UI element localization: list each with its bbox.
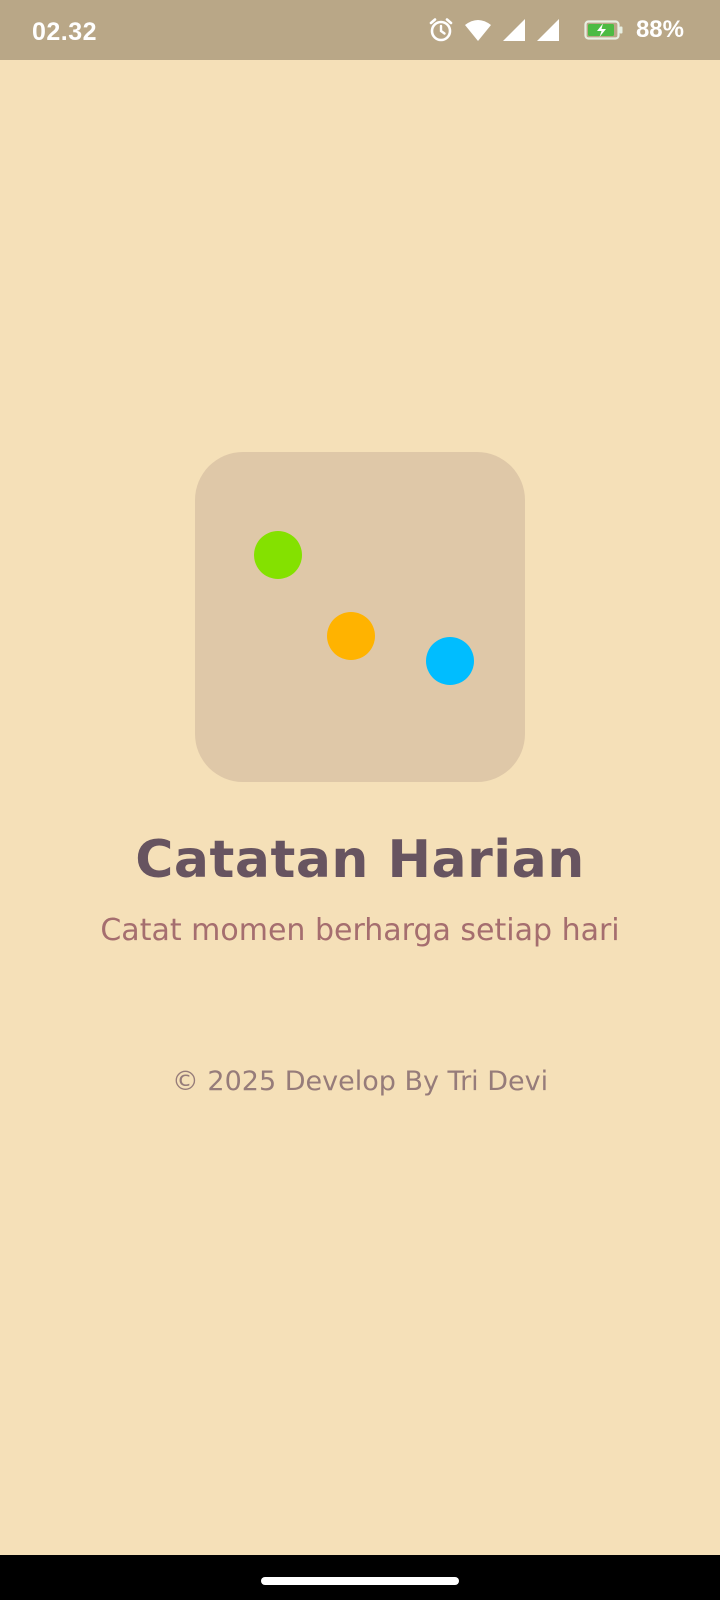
app-logo <box>195 452 525 782</box>
app-subtitle: Catat momen berharga setiap hari <box>100 913 620 948</box>
status-bar: 02.32 88% <box>0 0 720 60</box>
cell-signal-icon <box>502 18 526 42</box>
copyright-text: © 2025 Develop By Tri Devi <box>171 1066 549 1097</box>
cell-signal-icon <box>536 18 560 42</box>
status-time: 02.32 <box>32 18 98 46</box>
battery-percentage: 88% <box>635 16 684 43</box>
status-icons: 88% <box>428 0 684 60</box>
battery-charging-icon <box>584 19 624 41</box>
orange-dot <box>327 612 375 660</box>
alarm-icon <box>428 17 454 43</box>
green-dot <box>254 531 302 579</box>
home-indicator[interactable] <box>261 1577 459 1585</box>
wifi-icon <box>464 18 492 42</box>
blue-dot <box>426 637 474 685</box>
app-title: Catatan Harian <box>135 830 585 890</box>
